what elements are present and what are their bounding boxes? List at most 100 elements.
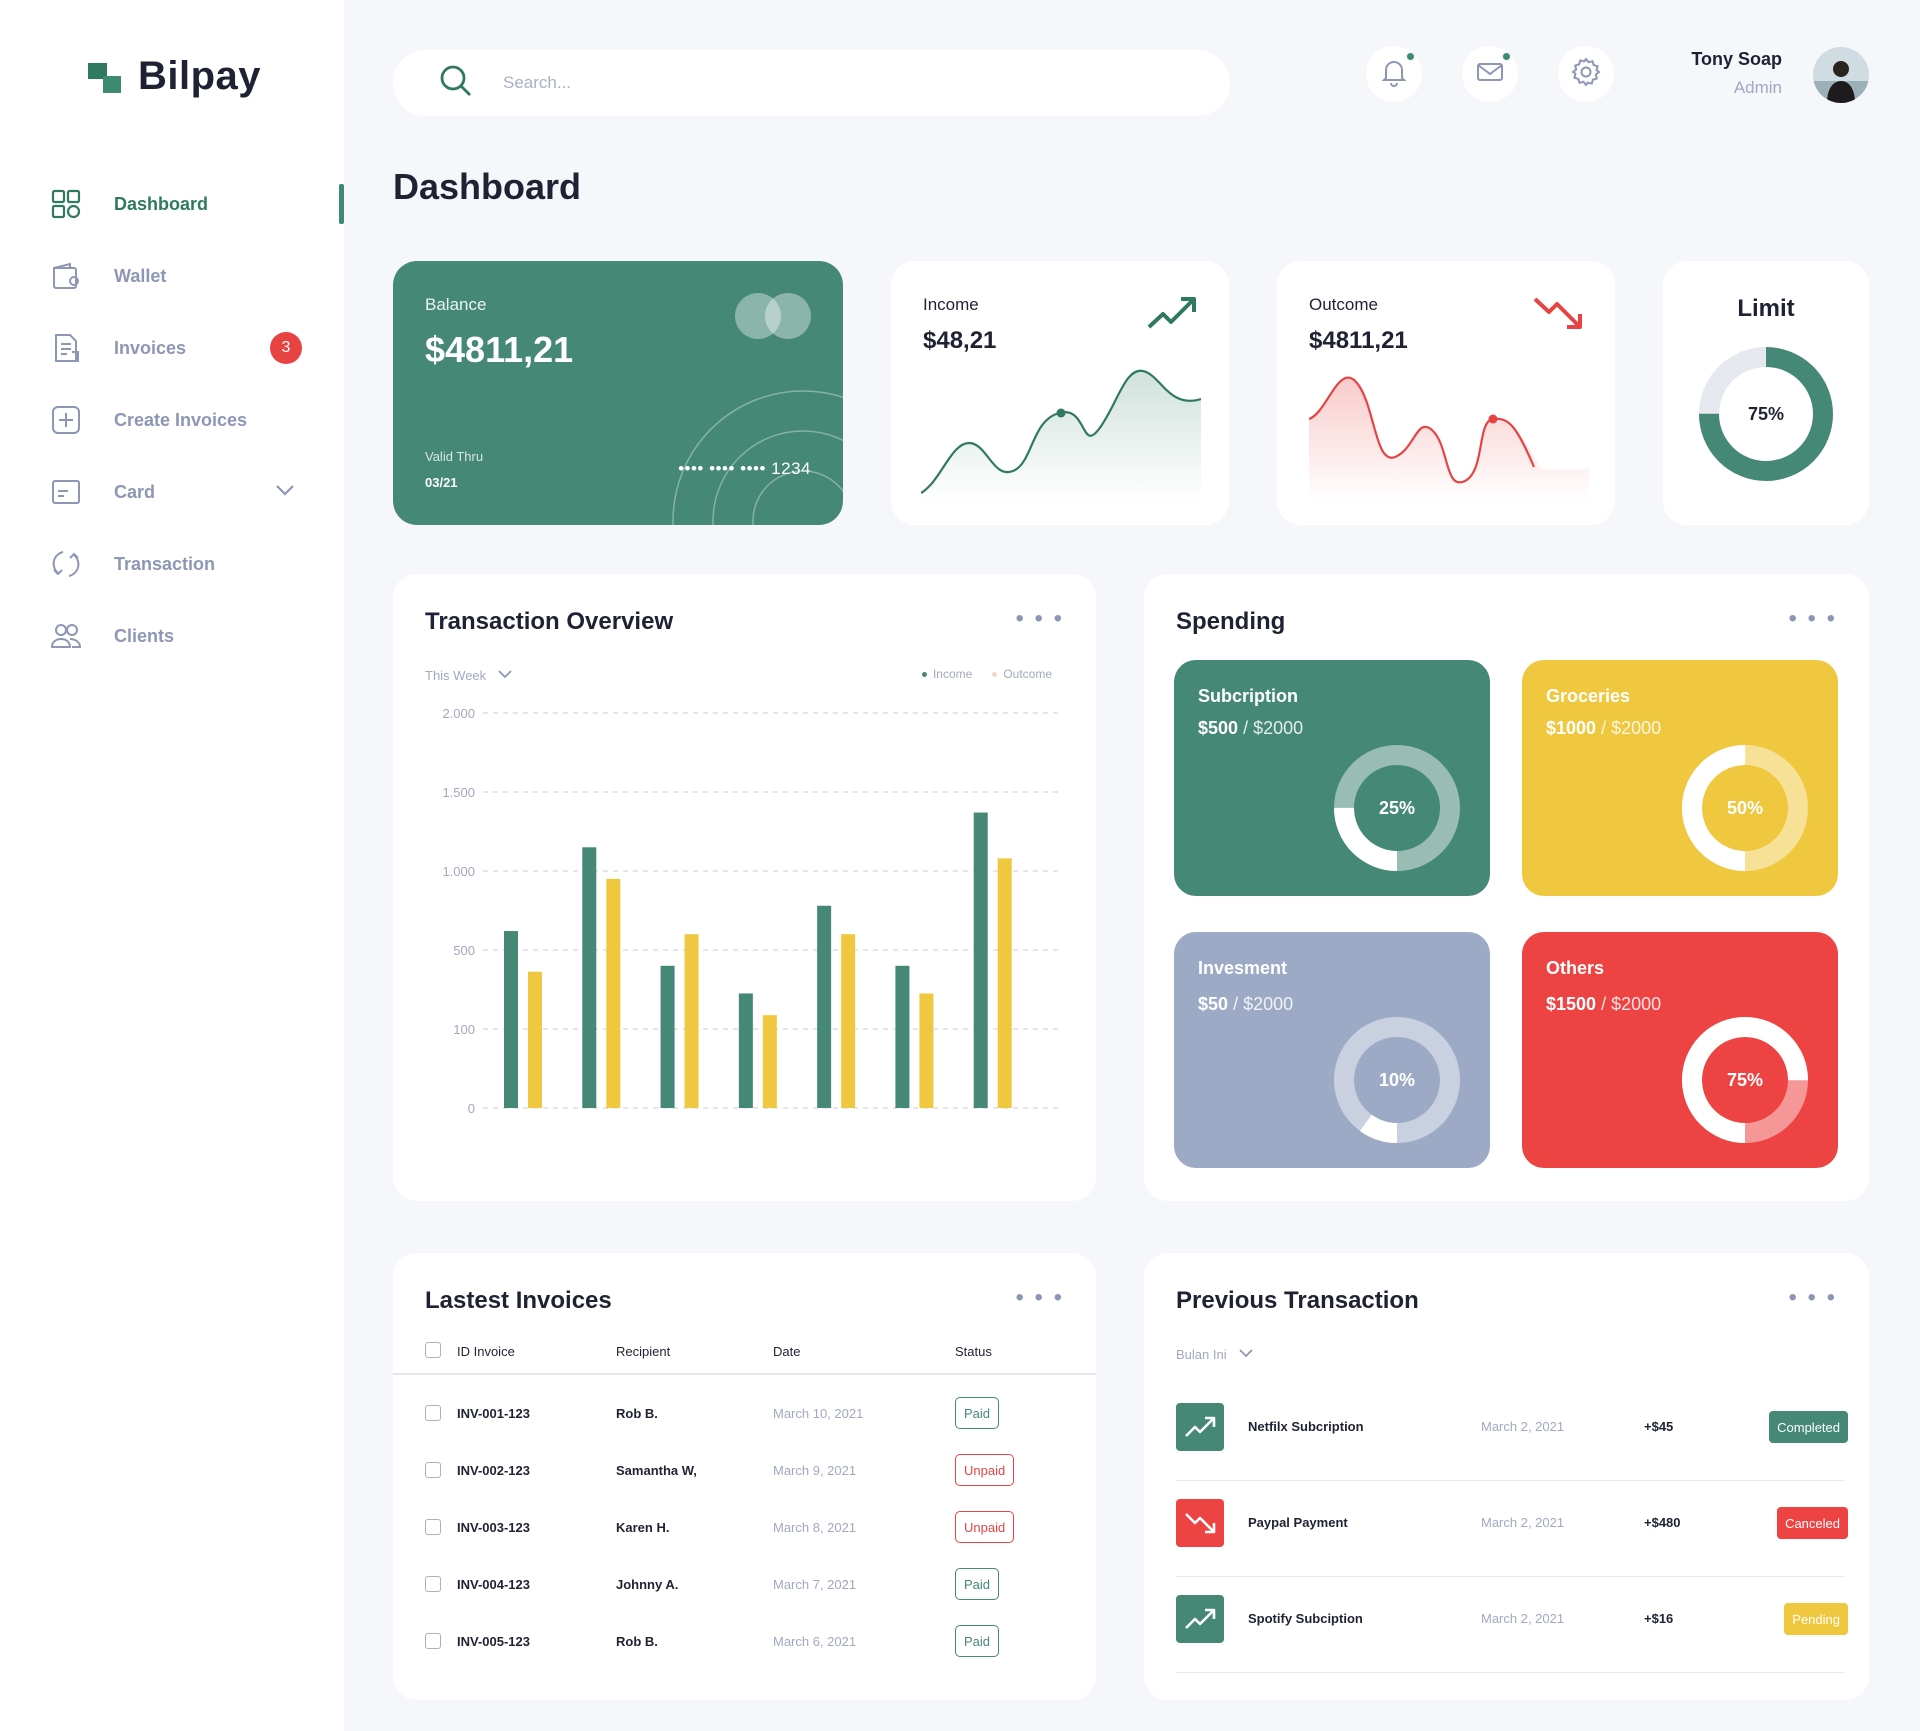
- invoice-recipient: Rob B.: [616, 1406, 658, 1421]
- row-checkbox[interactable]: [425, 1462, 441, 1478]
- invoice-date: March 7, 2021: [773, 1577, 857, 1592]
- users-icon: [50, 620, 82, 652]
- sidebar-item-label: Clients: [114, 625, 175, 646]
- spending-tile-value: $1000 / $2000: [1546, 718, 1662, 738]
- table-row[interactable]: INV-001-123 Rob B. March 10, 2021 Paid: [393, 1384, 1096, 1440]
- balance-card[interactable]: Balance $4811,21 Valid Thru 03/21 •••• •…: [393, 261, 843, 525]
- bar-outcome[interactable]: [606, 878, 621, 1108]
- spending-tile-name: Invesment: [1198, 958, 1288, 978]
- table-row[interactable]: INV-004-123 Johnny A. March 7, 2021 Paid: [393, 1555, 1096, 1611]
- sidebar-item-dashboard[interactable]: Dashboard: [0, 168, 344, 240]
- period-select[interactable]: This Week: [425, 666, 512, 684]
- sidebar-item-transaction[interactable]: Transaction: [0, 528, 344, 600]
- table-row[interactable]: INV-003-123 Karen H. March 8, 2021 Unpai…: [393, 1498, 1096, 1554]
- chart-legend: Income Outcome: [921, 667, 1052, 681]
- search-input[interactable]: [503, 73, 1103, 93]
- invoices-count-badge: 3: [270, 332, 302, 364]
- transaction-amount: +$16: [1644, 1611, 1674, 1626]
- legend-swatch-income: [921, 671, 927, 677]
- more-options-icon[interactable]: • • •: [1015, 1286, 1064, 1310]
- bar-income[interactable]: [973, 812, 988, 1108]
- bar-income[interactable]: [817, 905, 832, 1108]
- outcome-card[interactable]: Outcome $4811,21: [1277, 261, 1615, 525]
- spending-tile-subscription[interactable]: Subcription $500 / $2000 25%: [1174, 660, 1490, 896]
- row-checkbox[interactable]: [425, 1519, 441, 1535]
- bar-outcome[interactable]: [919, 993, 934, 1108]
- chevron-down-icon: [498, 666, 512, 684]
- spending-tile-name: Subcription: [1198, 686, 1298, 706]
- table-row[interactable]: INV-002-123 Samantha W, March 9, 2021 Un…: [393, 1441, 1096, 1497]
- status-badge: Paid: [955, 1397, 1000, 1429]
- bar-outcome[interactable]: [997, 858, 1012, 1108]
- transaction-amount: +$480: [1644, 1515, 1681, 1530]
- card-icon: [50, 476, 82, 508]
- bar-outcome[interactable]: [528, 971, 542, 1108]
- table-row[interactable]: INV-005-123 Rob B. March 6, 2021 Paid: [393, 1612, 1096, 1668]
- more-options-icon[interactable]: • • •: [1788, 607, 1837, 631]
- page-title: Dashboard: [393, 166, 582, 207]
- income-card[interactable]: Income $48,21: [891, 261, 1229, 525]
- sidebar-item-card[interactable]: Card: [0, 456, 344, 528]
- transaction-row[interactable]: Netfilx Subcription March 2, 2021 +$45 C…: [1176, 1385, 1848, 1481]
- bar-outcome[interactable]: [684, 934, 699, 1108]
- spending-tile-others[interactable]: Others $1500 / $2000 75%: [1522, 932, 1838, 1168]
- sidebar-item-wallet[interactable]: Wallet: [0, 240, 344, 312]
- status-badge: Pending: [1784, 1603, 1848, 1635]
- bar-income[interactable]: [738, 993, 753, 1108]
- search-bar[interactable]: [393, 50, 1230, 116]
- bar-income[interactable]: [582, 847, 597, 1108]
- messages-button[interactable]: [1462, 46, 1518, 102]
- spending-tile-value: $50 / $2000: [1198, 994, 1294, 1014]
- spending-tile-groceries[interactable]: Groceries $1000 / $2000 50%: [1522, 660, 1838, 896]
- gear-icon: [1570, 56, 1602, 93]
- spending-tile-name: Others: [1546, 958, 1605, 978]
- column-header-id: ID Invoice: [457, 1344, 515, 1359]
- avatar[interactable]: [1813, 47, 1869, 103]
- notifications-button[interactable]: [1366, 46, 1422, 102]
- more-options-icon[interactable]: • • •: [1015, 607, 1064, 631]
- sidebar-item-create-invoices[interactable]: Create Invoices: [0, 384, 344, 456]
- period-select[interactable]: Bulan Ini: [1176, 1345, 1253, 1363]
- spending-tile-percent: 25%: [1378, 797, 1416, 818]
- table-divider: [393, 1373, 1096, 1375]
- y-tick-label: 1.000: [442, 864, 475, 879]
- trend-down-icon: [1533, 295, 1585, 336]
- limit-percent: 75%: [1747, 403, 1785, 424]
- spending-title: Spending: [1176, 608, 1286, 635]
- column-header-status: Status: [955, 1344, 992, 1359]
- limit-card[interactable]: Limit 75%: [1663, 261, 1869, 525]
- bar-outcome[interactable]: [762, 1015, 777, 1108]
- settings-button[interactable]: [1558, 46, 1614, 102]
- sidebar-item-label: Card: [114, 481, 156, 502]
- select-all-checkbox[interactable]: [425, 1342, 441, 1358]
- row-checkbox[interactable]: [425, 1633, 441, 1649]
- spending-tile-percent: 10%: [1378, 1069, 1416, 1090]
- trend-up-icon: [1176, 1403, 1224, 1451]
- sidebar-item-label: Wallet: [114, 265, 167, 286]
- spending-tile-name: Groceries: [1546, 686, 1631, 706]
- sidebar-item-clients[interactable]: Clients: [0, 600, 344, 672]
- sidebar-item-label: Create Invoices: [114, 409, 248, 430]
- bar-outcome[interactable]: [841, 934, 856, 1108]
- valid-thru-date: 03/21: [425, 475, 458, 490]
- transaction-overview-title: Transaction Overview: [425, 608, 674, 635]
- more-options-icon[interactable]: • • •: [1788, 1286, 1837, 1310]
- sidebar-item-invoices[interactable]: Invoices 3: [0, 312, 344, 384]
- sidebar-item-label: Invoices: [114, 337, 187, 358]
- row-checkbox[interactable]: [425, 1576, 441, 1592]
- bar-income[interactable]: [660, 965, 675, 1108]
- bar-income[interactable]: [895, 965, 910, 1108]
- row-checkbox[interactable]: [425, 1405, 441, 1421]
- logo-mark-icon: [88, 59, 124, 95]
- transaction-row[interactable]: Paypal Payment March 2, 2021 +$480 Cance…: [1176, 1481, 1848, 1577]
- transaction-row[interactable]: Spotify Subciption March 2, 2021 +$16 Pe…: [1176, 1577, 1848, 1673]
- chevron-down-icon[interactable]: [274, 483, 296, 502]
- bar-income[interactable]: [504, 931, 518, 1108]
- transaction-name: Netfilx Subcription: [1248, 1419, 1364, 1434]
- period-select-value: Bulan Ini: [1176, 1346, 1227, 1362]
- logo[interactable]: Bilpay: [88, 54, 261, 99]
- user-role: Admin: [1733, 78, 1782, 97]
- transaction-amount: +$45: [1644, 1419, 1674, 1434]
- invoice-id: INV-002-123: [457, 1463, 530, 1478]
- spending-tile-investment[interactable]: Invesment $50 / $2000 10%: [1174, 932, 1490, 1168]
